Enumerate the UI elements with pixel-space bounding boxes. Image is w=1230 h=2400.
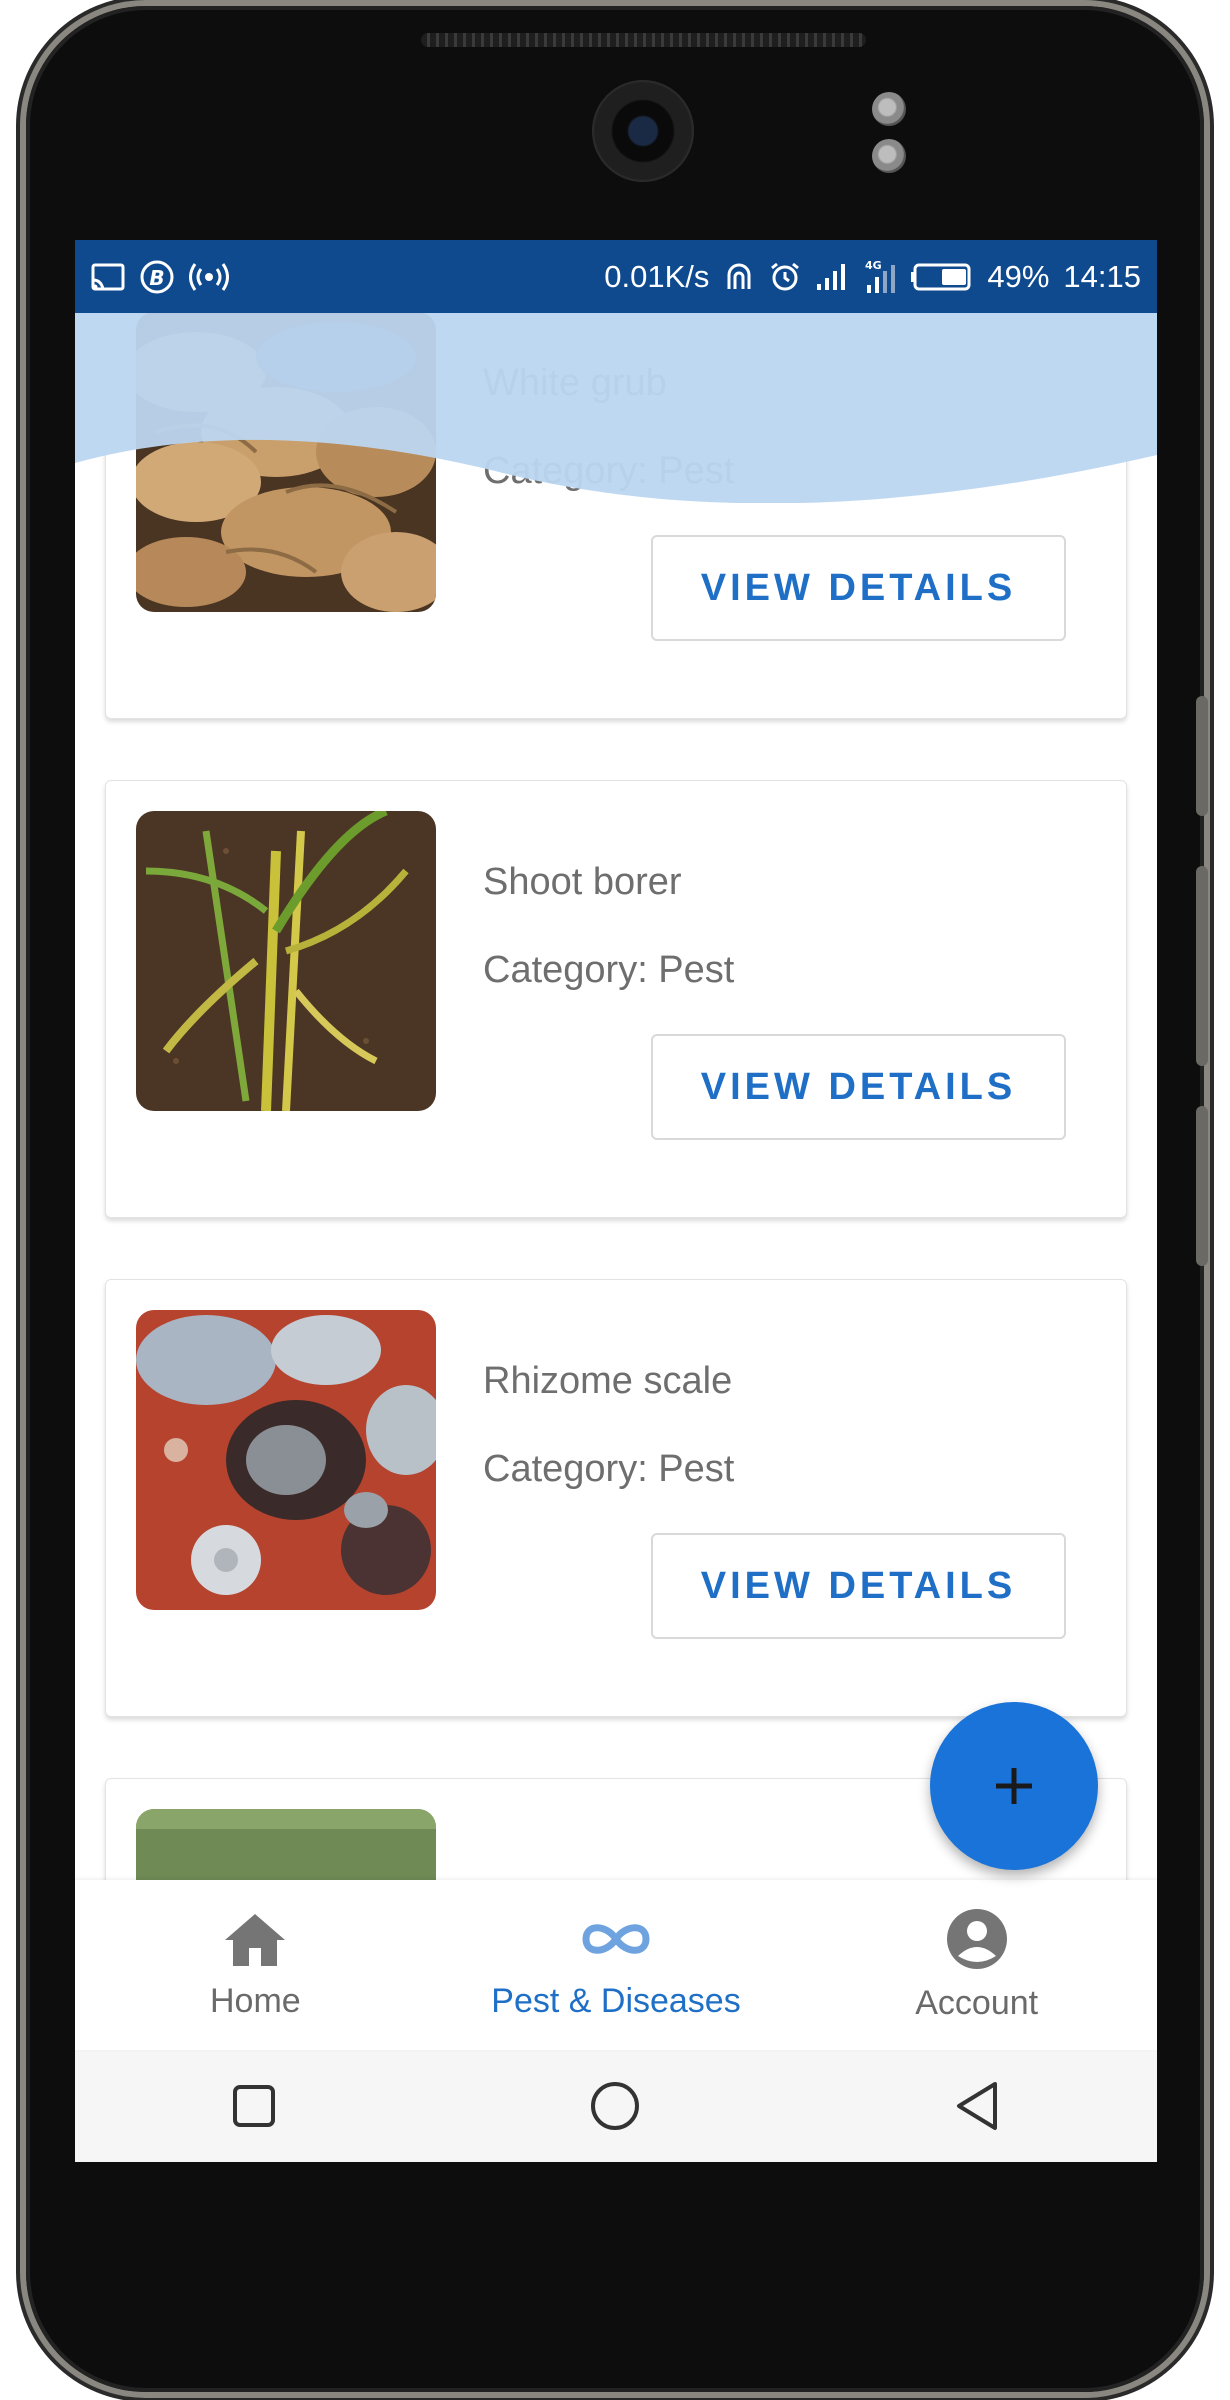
item-title: White grub bbox=[483, 362, 667, 404]
list-item: Rhizome scale Category: Pest VIEW DETAIL… bbox=[105, 1279, 1127, 1717]
view-details-button[interactable]: VIEW DETAILS bbox=[651, 1533, 1066, 1639]
network-type-label: 4G bbox=[865, 259, 882, 272]
system-nav-bar bbox=[75, 2050, 1157, 2162]
recent-apps-icon[interactable] bbox=[231, 2083, 277, 2129]
infinity-icon bbox=[582, 1924, 650, 1954]
view-details-button[interactable]: VIEW DETAILS bbox=[651, 1034, 1066, 1140]
back-triangle-icon[interactable] bbox=[953, 2080, 1001, 2132]
svg-text:B: B bbox=[149, 266, 164, 290]
item-category: Category: Pest bbox=[483, 1448, 735, 1490]
plus-icon bbox=[996, 1768, 1032, 1804]
hotspot-icon bbox=[189, 262, 229, 292]
nav-pest-diseases[interactable]: Pest & Diseases bbox=[436, 1880, 797, 2050]
item-category: Category: Pest bbox=[483, 450, 735, 492]
status-bar: B 0.01K/s 4G 49% 14:15 bbox=[75, 240, 1157, 313]
cast-icon bbox=[91, 262, 125, 292]
battery-icon bbox=[911, 262, 973, 292]
item-image bbox=[136, 811, 436, 1111]
home-circle-icon[interactable] bbox=[589, 2080, 641, 2132]
view-details-button[interactable]: VIEW DETAILS bbox=[651, 535, 1066, 641]
b-badge-icon: B bbox=[139, 259, 175, 295]
clock: 14:15 bbox=[1063, 258, 1141, 294]
app-screen: B 0.01K/s 4G 49% 14:15 White grub Catego… bbox=[75, 240, 1157, 2162]
list-item: Shoot borer Category: Pest VIEW DETAILS bbox=[105, 780, 1127, 1218]
front-camera bbox=[592, 80, 694, 182]
item-image bbox=[136, 1310, 436, 1610]
volume-button bbox=[1196, 866, 1208, 1066]
alarm-icon bbox=[769, 261, 801, 293]
nav-home[interactable]: Home bbox=[75, 1880, 436, 2050]
list-item: White grub Category: Pest VIEW DETAILS bbox=[105, 313, 1127, 719]
add-button[interactable] bbox=[930, 1702, 1098, 1870]
proximity-sensor bbox=[872, 92, 906, 126]
item-title: Rhizome scale bbox=[483, 1360, 733, 1402]
signal-icon bbox=[815, 262, 849, 292]
network-speed: 0.01K/s bbox=[604, 258, 710, 294]
status-left-icons: B bbox=[91, 259, 229, 295]
item-image bbox=[136, 1809, 436, 1880]
battery-level: 49% bbox=[987, 258, 1050, 294]
nav-account-label: Account bbox=[915, 1984, 1039, 2022]
pest-list[interactable]: White grub Category: Pest VIEW DETAILS S… bbox=[75, 313, 1157, 1880]
item-title: Shoot borer bbox=[483, 861, 682, 903]
power-button bbox=[1196, 696, 1208, 816]
nav-pest-diseases-label: Pest & Diseases bbox=[491, 1982, 741, 2020]
home-icon bbox=[225, 1914, 286, 1966]
status-right-icons: 0.01K/s 4G 49% 14:15 bbox=[604, 259, 1141, 295]
signal-4g-icon: 4G bbox=[863, 259, 897, 295]
item-image bbox=[136, 313, 436, 612]
nfc-icon bbox=[723, 261, 755, 293]
light-sensor bbox=[872, 139, 906, 173]
item-category: Category: Pest bbox=[483, 949, 735, 991]
earpiece-speaker bbox=[421, 33, 866, 47]
volume-button-lower bbox=[1196, 1106, 1208, 1266]
nav-home-label: Home bbox=[209, 1982, 301, 2020]
account-circle-icon bbox=[946, 1909, 1007, 1969]
nav-account[interactable]: Account bbox=[796, 1880, 1157, 2050]
bottom-nav: Home Pest & Diseases Account bbox=[75, 1880, 1157, 2050]
